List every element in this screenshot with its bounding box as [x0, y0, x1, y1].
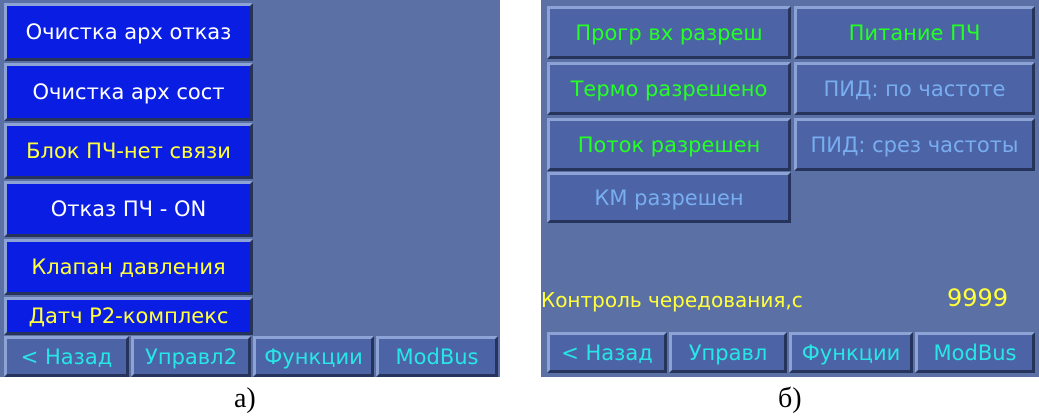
pid-frequency-cut-button[interactable]: ПИД: срез частоты [794, 118, 1035, 171]
caption-a: а) [234, 383, 256, 414]
pid-by-frequency-button[interactable]: ПИД: по частоте [794, 62, 1035, 115]
alternation-control-label: Контроль чередования,с [541, 288, 803, 312]
clear-fault-archive-button[interactable]: Очистка арх отказ [4, 3, 253, 61]
vfd-no-link-block-button[interactable]: Блок ПЧ-нет связи [4, 123, 253, 179]
program-input-enable-button[interactable]: Прогр вх разреш [547, 6, 791, 59]
flow-enabled-button[interactable]: Поток разрешен [547, 118, 791, 171]
modbus-button[interactable]: ModBus [376, 336, 498, 377]
back-button[interactable]: < Назад [4, 336, 129, 377]
vfd-fault-on-button[interactable]: Отказ ПЧ - ON [4, 181, 253, 237]
alternation-control-value[interactable]: 9999 [947, 284, 1008, 312]
hmi-screen-b: Прогр вх разреш Термо разрешено Поток ра… [541, 0, 1039, 377]
control-button[interactable]: Управл [669, 332, 787, 373]
pressure-valve-button[interactable]: Клапан давления [4, 239, 253, 295]
p2-sensor-complex-button[interactable]: Датч Р2-комплекс [4, 297, 253, 335]
control2-button[interactable]: Управл2 [131, 336, 251, 377]
hmi-screen-a: Очистка арх отказ Очистка арх сост Блок … [0, 0, 500, 377]
km-enabled-button[interactable]: КМ разрешен [547, 172, 791, 223]
functions-button[interactable]: Функции [253, 336, 374, 377]
thermo-enabled-button[interactable]: Термо разрешено [547, 62, 791, 115]
back-button[interactable]: < Назад [547, 332, 667, 373]
vfd-power-button[interactable]: Питание ПЧ [794, 6, 1035, 59]
functions-button[interactable]: Функции [789, 332, 913, 373]
modbus-button[interactable]: ModBus [915, 332, 1035, 373]
clear-state-archive-button[interactable]: Очистка арх сост [4, 63, 253, 121]
caption-b: б) [778, 383, 802, 414]
